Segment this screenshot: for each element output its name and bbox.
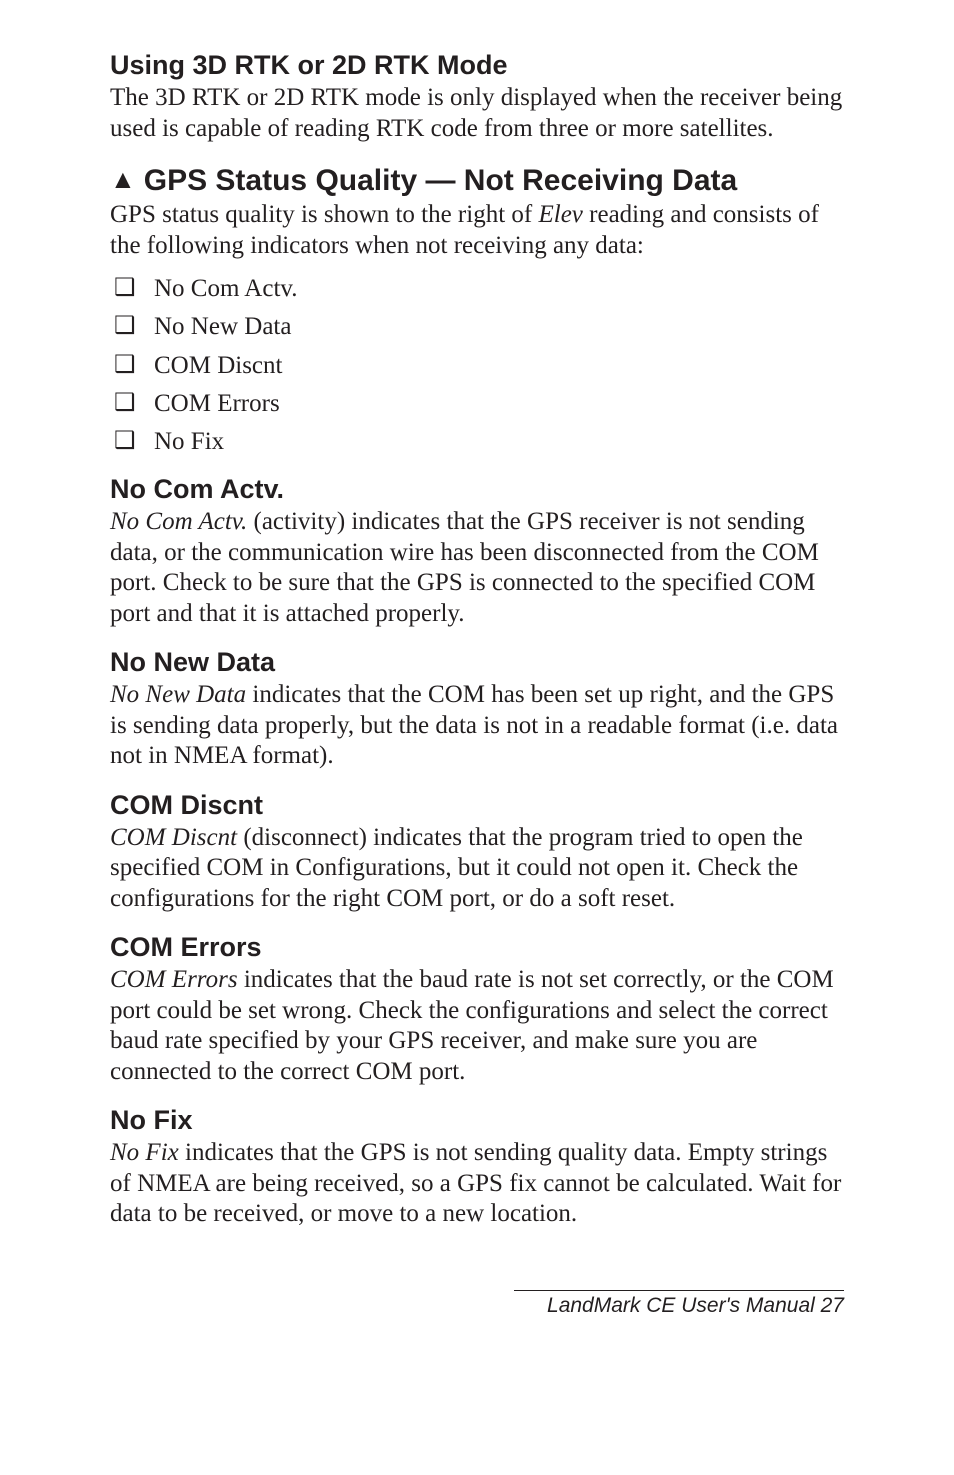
heading-gps-status-text: GPS Status Quality — Not Receiving Data [144,164,737,197]
heading-no-new-data: No New Data [110,647,844,678]
paragraph-com-discnt: COM Discnt (disconnect) indicates that t… [110,823,844,915]
paragraph-rtk-mode: The 3D RTK or 2D RTK mode is only displa… [110,83,844,144]
paragraph-no-fix: No Fix indicates that the GPS is not sen… [110,1138,844,1230]
paragraph-no-new-data: No New Data indicates that the COM has b… [110,680,844,772]
gps-status-intro-pre: GPS status quality is shown to the right… [110,201,538,228]
status-indicator-list: No Com Actv. No New Data COM Discnt COM … [110,271,844,460]
paragraph-gps-status-intro: GPS status quality is shown to the right… [110,200,844,261]
gps-status-intro-em: Elev [538,201,582,228]
com-discnt-em: COM Discnt [110,824,237,851]
heading-no-fix: No Fix [110,1105,844,1136]
heading-com-errors: COM Errors [110,932,844,963]
no-fix-em: No Fix [110,1139,179,1166]
paragraph-com-errors: COM Errors indicates that the baud rate … [110,965,844,1087]
com-errors-em: COM Errors [110,966,238,993]
heading-gps-status: ▲ GPS Status Quality — Not Receiving Data [110,164,844,198]
page-footer: LandMark CE User's Manual 27 [110,1290,844,1318]
no-com-actv-em: No Com Actv. [110,508,247,535]
triangle-icon: ▲ [110,164,136,194]
paragraph-no-com-actv: No Com Actv. (activity) indicates that t… [110,507,844,629]
list-item: COM Discnt [110,348,844,384]
footer-text: LandMark CE User's Manual 27 [110,1294,844,1318]
list-item: No Fix [110,424,844,460]
no-fix-body: indicates that the GPS is not sending qu… [110,1139,841,1227]
no-new-data-em: No New Data [110,681,246,708]
heading-com-discnt: COM Discnt [110,790,844,821]
list-item: No New Data [110,309,844,345]
list-item: COM Errors [110,386,844,422]
heading-rtk-mode: Using 3D RTK or 2D RTK Mode [110,50,844,81]
footer-rule [514,1290,844,1291]
list-item: No Com Actv. [110,271,844,307]
page-content: Using 3D RTK or 2D RTK Mode The 3D RTK o… [0,0,954,1378]
heading-no-com-actv: No Com Actv. [110,474,844,505]
